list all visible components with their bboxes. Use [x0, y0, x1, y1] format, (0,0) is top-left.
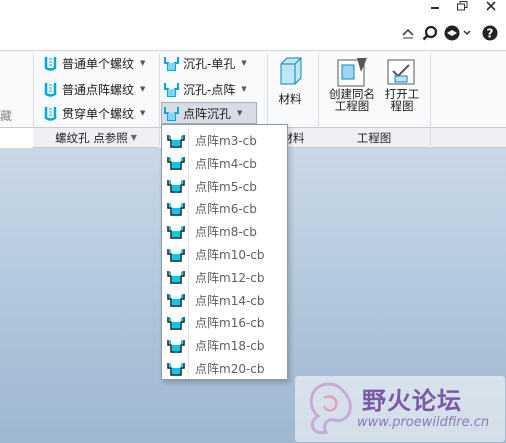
material-block-icon: [280, 57, 302, 85]
thread-hole-icon: [44, 56, 57, 71]
help-button[interactable]: ?: [480, 24, 500, 42]
dropdown-item[interactable]: 点阵m8-cb: [162, 220, 287, 243]
dropdown-item[interactable]: 点阵m18-cb: [162, 334, 287, 357]
counterbore-hole-icon: [164, 82, 179, 97]
dropdown-item-label: 点阵m3-cb: [195, 134, 257, 148]
thread-group-footer[interactable]: 螺纹孔 点参照 ▼: [33, 128, 159, 148]
drawing-group-footer[interactable]: 工程图: [318, 128, 430, 148]
dropdown-arrow-icon[interactable]: ▼: [140, 59, 145, 67]
dropdown-item[interactable]: 点阵m6-cb: [162, 197, 287, 220]
thread-hole-icon: [44, 82, 57, 97]
search-icon: [422, 25, 438, 41]
dropdown-arrow-icon[interactable]: ▼: [237, 109, 242, 117]
array-counterbore-icon: [167, 362, 185, 376]
dropdown-item-label: 点阵m10-cb: [195, 248, 265, 262]
collapse-ribbon-icon: [402, 28, 414, 39]
array-counterbore-icon: [167, 294, 185, 307]
dropdown-arrow-icon[interactable]: ▼: [140, 85, 145, 93]
dropdown-item[interactable]: 点阵m14-cb: [162, 289, 287, 312]
counterbore-hole-icon: [164, 56, 179, 71]
dropdown-item[interactable]: 点阵m5-cb: [162, 175, 287, 198]
ribbon-partial-label: 藏: [0, 108, 13, 123]
open-drawing-button[interactable]: 打开工 程图: [382, 56, 422, 112]
dropdown-item-label: 点阵m12-cb: [195, 270, 265, 285]
plain-single-thread-button[interactable]: 普通单个螺纹 ▼: [43, 52, 145, 74]
open-drawing-icon: [387, 59, 415, 85]
dropdown-item-label: 点阵m14-cb: [195, 293, 265, 308]
dropdown-item[interactable]: 点阵m20-cb: [162, 357, 287, 380]
dropdown-arrow-icon[interactable]: ▼: [241, 59, 246, 67]
dropdown-item-label: 点阵m4-cb: [195, 156, 257, 171]
dropdown-item[interactable]: 点阵m16-cb: [162, 311, 287, 334]
community-button[interactable]: [442, 24, 472, 42]
empty-group-footer: [431, 128, 506, 148]
close-button[interactable]: [480, 0, 502, 12]
dropdown-item[interactable]: 点阵m12-cb: [162, 266, 287, 289]
expand-arrow-icon: ▼: [130, 133, 137, 142]
dropdown-item-label: 点阵m5-cb: [195, 179, 257, 194]
group-divider: [159, 54, 160, 146]
counterbore-single-button[interactable]: 沉孔-单孔 ▼: [164, 52, 247, 74]
array-counterbore-icon: [167, 202, 185, 216]
material-button[interactable]: 材料: [272, 56, 308, 105]
array-counterbore-icon: [167, 225, 185, 239]
dropdown-item[interactable]: 点阵m3-cb: [162, 129, 287, 152]
watermark-logo: [309, 382, 352, 435]
restore-icon: [457, 1, 468, 11]
array-counterbore-button[interactable]: 点阵沉孔 ▼: [161, 102, 257, 124]
watermark-title: 野火论坛: [362, 387, 462, 415]
dropdown-item[interactable]: 点阵m10-cb: [162, 243, 287, 266]
array-counterbore-icon: [167, 271, 185, 285]
array-counterbore-icon: [167, 180, 185, 193]
array-counterbore-icon: [167, 316, 185, 330]
minimize-button[interactable]: [424, 0, 446, 12]
minimize-icon: [431, 7, 439, 9]
array-counterbore-icon: [167, 134, 185, 148]
dropdown-item-label: 点阵m20-cb: [195, 362, 265, 376]
create-drawing-icon: [337, 58, 367, 87]
dropdown-item-label: 点阵m8-cb: [195, 225, 257, 240]
dropdown-arrow-icon[interactable]: ▼: [241, 85, 246, 93]
dropdown-arrow-icon[interactable]: ▼: [140, 109, 145, 117]
title-strip: ?: [0, 0, 506, 50]
array-counterbore-dropdown: 点阵m3-cb 点阵m4-cb 点阵m5-cb 点阵m6-cb 点阵m8-cb 点阵m10…: [161, 124, 288, 380]
plain-array-thread-button[interactable]: 普通点阵螺纹 ▼: [43, 78, 145, 100]
dropdown-item-label: 点阵m18-cb: [195, 339, 265, 354]
create-same-name-drawing-button[interactable]: 创建同名 工程图: [324, 56, 380, 112]
counterbore-array-button[interactable]: 沉孔-点阵 ▼: [164, 78, 247, 100]
community-icon: [444, 25, 471, 41]
search-button[interactable]: [420, 24, 440, 42]
help-icon: ?: [482, 25, 498, 41]
collapse-ribbon-button[interactable]: [398, 24, 418, 42]
dropdown-item-label: 点阵m16-cb: [195, 316, 265, 331]
array-counterbore-icon: [167, 248, 185, 262]
dropdown-item[interactable]: 点阵m4-cb: [162, 152, 287, 175]
svg-text:?: ?: [487, 27, 494, 41]
close-icon: [486, 1, 496, 11]
array-counterbore-icon: [167, 339, 185, 353]
thread-hole-icon: [44, 106, 57, 121]
watermark-url: www.proewildfire.cn: [357, 415, 490, 430]
array-counterbore-icon: [167, 157, 185, 171]
through-single-thread-button[interactable]: 贯穿单个螺纹 ▼: [43, 102, 145, 124]
counterbore-hole-icon: [164, 106, 179, 121]
dropdown-item-label: 点阵m6-cb: [195, 202, 257, 217]
restore-button[interactable]: [452, 0, 474, 12]
